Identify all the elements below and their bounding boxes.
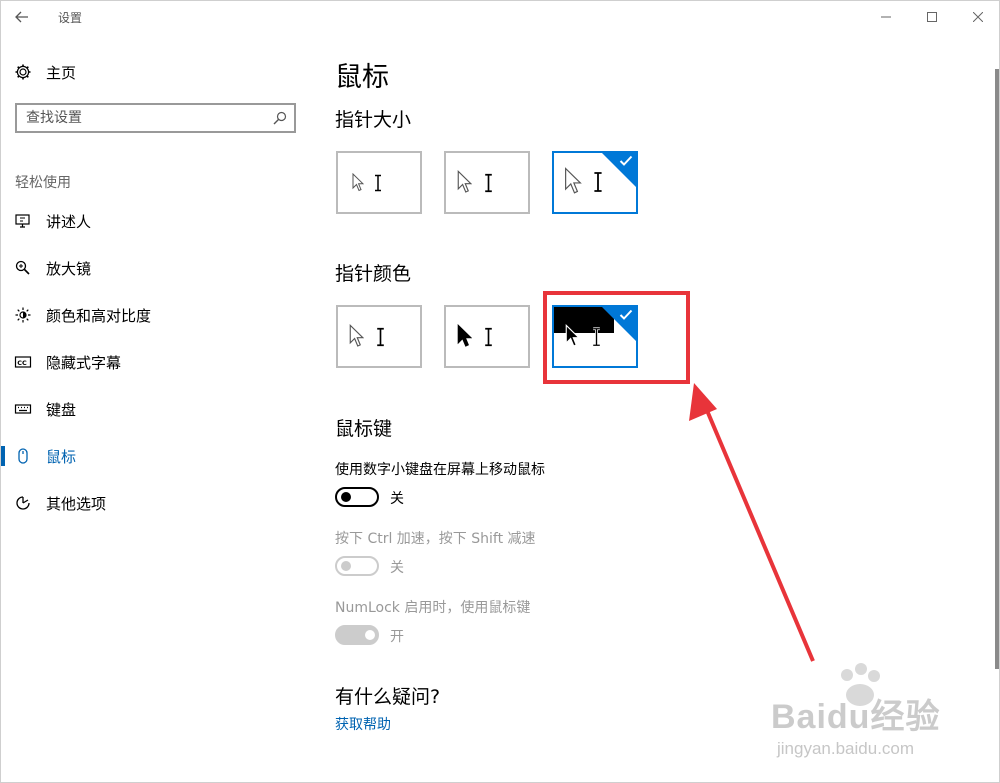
minimize-icon <box>881 16 891 18</box>
sidebar-item-magnifier[interactable]: 放大镜 <box>1 250 311 286</box>
app-title: 设置 <box>58 11 83 25</box>
get-help-link[interactable]: 获取帮助 <box>335 714 391 734</box>
help-heading: 有什么疑问? <box>335 686 441 708</box>
mouse-keys-heading: 鼠标键 <box>335 418 393 440</box>
ctrl-shift-toggle-state: 关 <box>390 560 404 576</box>
active-indicator <box>1 446 5 466</box>
arrow-cursor-icon <box>352 173 364 192</box>
numlock-toggle-label: NumLock 启用时，使用鼠标键 <box>335 600 531 616</box>
sidebar-item-other-options[interactable]: 其他选项 <box>1 485 311 521</box>
pointer-color-heading: 指针颜色 <box>335 263 412 285</box>
text-cursor-icon <box>485 327 492 347</box>
maximize-button[interactable] <box>909 1 955 33</box>
search-input[interactable] <box>17 106 262 130</box>
narrator-icon <box>13 211 33 231</box>
annotation-arrow <box>689 383 815 662</box>
arrow-cursor-icon <box>457 324 472 347</box>
sidebar-item-label: 讲述人 <box>46 212 92 231</box>
watermark-sub-text: jingyan.baidu.com <box>777 739 915 758</box>
pointer-size-heading: 指针大小 <box>335 109 412 131</box>
svg-text:CC: CC <box>17 359 27 367</box>
arrow-cursor-icon <box>349 324 364 347</box>
sidebar-item-label: 键盘 <box>46 400 77 419</box>
checkmark-icon <box>619 155 633 166</box>
brightness-icon <box>13 305 33 325</box>
text-cursor-icon <box>485 173 492 193</box>
numlock-toggle-state: 开 <box>390 629 404 645</box>
back-button[interactable] <box>7 3 37 31</box>
arrow-cursor-icon <box>565 167 582 194</box>
pointer-size-small-tile[interactable] <box>336 151 422 214</box>
pointer-size-large-tile[interactable] <box>552 151 638 214</box>
sidebar-item-mouse[interactable]: 鼠标 <box>1 438 311 474</box>
mouse-keys-toggle-state: 关 <box>390 491 404 507</box>
sidebar-item-label: 放大镜 <box>46 259 92 278</box>
mouse-icon <box>13 446 33 466</box>
watermark-main-text: Baidu经验 <box>771 698 941 736</box>
maximize-icon <box>927 12 937 22</box>
arrow-cursor-icon <box>457 170 472 193</box>
mouse-keys-toggle[interactable] <box>335 487 379 507</box>
ctrl-shift-toggle-label: 按下 Ctrl 加速，按下 Shift 减速 <box>335 531 536 547</box>
home-nav-item[interactable]: 主页 <box>13 60 76 84</box>
pointer-color-white-tile[interactable] <box>336 305 422 368</box>
sidebar-item-keyboard[interactable]: 键盘 <box>1 391 311 427</box>
search-icon[interactable] <box>272 110 288 126</box>
sidebar: 主页 轻松使用 讲述人 <box>1 33 311 783</box>
page-title: 鼠标 <box>335 62 389 93</box>
close-button[interactable] <box>955 1 1000 33</box>
sidebar-item-closed-captions[interactable]: CC 隐藏式字幕 <box>1 344 311 380</box>
pointer-color-black-tile[interactable] <box>444 305 530 368</box>
close-icon <box>973 12 983 22</box>
search-box <box>15 103 296 133</box>
keyboard-icon <box>13 399 33 419</box>
section-label-ease-of-access: 轻松使用 <box>15 175 71 191</box>
sidebar-item-label: 鼠标 <box>46 447 77 466</box>
gear-icon <box>13 62 33 82</box>
home-label: 主页 <box>46 63 77 82</box>
magnifier-icon <box>13 258 33 278</box>
settings-window: 设置 主页 查找设置 轻松使用 讲述人 放大镜 颜色和高对比度 CC 隐藏式字幕… <box>0 0 1000 783</box>
sidebar-item-label: 其他选项 <box>46 494 107 513</box>
ctrl-shift-toggle[interactable] <box>335 556 379 576</box>
text-cursor-icon <box>375 174 381 192</box>
sidebar-item-label: 隐藏式字幕 <box>46 353 122 372</box>
scrollbar-thumb[interactable] <box>995 69 999 669</box>
numlock-toggle[interactable] <box>335 625 379 645</box>
closed-caption-icon: CC <box>13 352 33 372</box>
pointer-size-medium-tile[interactable] <box>444 151 530 214</box>
sidebar-item-color-contrast[interactable]: 颜色和高对比度 <box>1 297 311 333</box>
sidebar-item-narrator[interactable]: 讲述人 <box>1 203 311 239</box>
mouse-keys-toggle-label: 使用数字小键盘在屏幕上移动鼠标 <box>335 462 545 478</box>
title-bar: 设置 <box>1 1 1000 33</box>
other-options-icon <box>13 493 33 513</box>
back-arrow-icon <box>15 11 28 23</box>
text-cursor-icon <box>594 172 602 192</box>
minimize-button[interactable] <box>863 1 909 33</box>
text-cursor-icon <box>377 327 384 347</box>
baidu-watermark: Baidu经验 jingyan.baidu.com <box>771 661 981 771</box>
sidebar-item-label: 颜色和高对比度 <box>46 306 152 325</box>
